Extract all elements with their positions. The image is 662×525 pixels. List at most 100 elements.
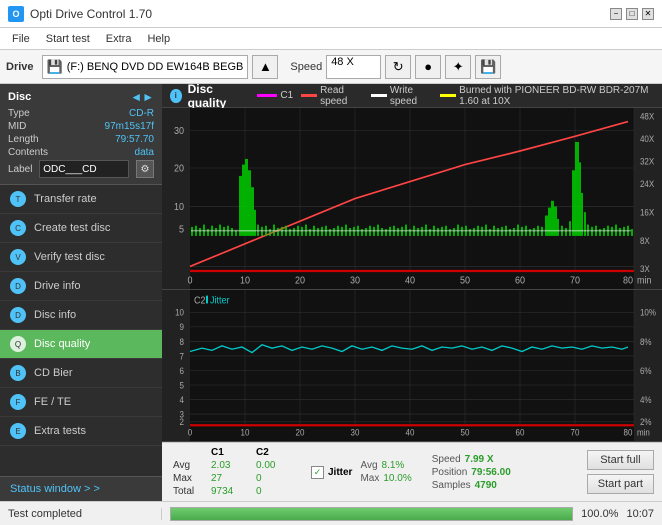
speed-section: Speed 7.99 X Position 79:56.00 Samples 4… <box>432 454 511 491</box>
stats-max-label2: Max <box>360 473 379 484</box>
disc-panel-title: Disc <box>8 91 31 103</box>
maximize-button[interactable]: □ <box>626 8 638 20</box>
sidebar-item-disc-info[interactable]: D Disc info <box>0 301 162 330</box>
samples-val: 4790 <box>475 480 497 491</box>
start-full-button[interactable]: Start full <box>587 450 654 470</box>
svg-text:C2: C2 <box>194 295 205 307</box>
svg-text:70: 70 <box>571 427 580 438</box>
svg-text:9: 9 <box>180 322 185 333</box>
svg-text:8%: 8% <box>640 336 652 347</box>
legend-burned-color <box>440 94 456 97</box>
disc-type-value: CD-R <box>129 108 154 119</box>
refresh-button[interactable]: ↻ <box>385 55 411 79</box>
svg-text:20: 20 <box>174 163 184 175</box>
legend-burned-label: Burned with PIONEER BD-RW BDR-207M 1.60 … <box>459 85 654 107</box>
disc-length-label: Length <box>8 134 39 145</box>
position-val: 79:56.00 <box>471 467 510 478</box>
svg-text:5: 5 <box>180 380 185 391</box>
speed-select[interactable]: 48 X <box>326 55 381 79</box>
progress-bar-outer <box>170 507 573 521</box>
main-layout: Disc ◄► Type CD-R MID 97m15s17f Length 7… <box>0 84 662 501</box>
sidebar-item-label-quality: Disc quality <box>34 338 90 350</box>
create-test-disc-icon: C <box>10 220 26 236</box>
sidebar-item-label-transfer: Transfer rate <box>34 193 97 205</box>
disc-arrows[interactable]: ◄► <box>130 90 154 104</box>
svg-text:8X: 8X <box>640 235 650 246</box>
stats-total-c1: 9734 <box>208 485 253 498</box>
progress-section: 100.0% 10:07 <box>162 507 662 521</box>
chart2: C2 Jitter <box>162 290 662 441</box>
samples-row: Samples 4790 <box>432 480 511 491</box>
svg-text:40: 40 <box>406 427 415 438</box>
sidebar-item-disc-quality[interactable]: Q Disc quality <box>0 330 162 359</box>
disc-label-btn[interactable]: ⚙ <box>136 160 154 178</box>
svg-text:10: 10 <box>240 275 250 287</box>
disc-mid-label: MID <box>8 121 26 132</box>
jitter-checkbox[interactable]: ✓ <box>311 466 324 479</box>
title-bar-left: O Opti Drive Control 1.70 <box>8 6 152 22</box>
menu-help[interactable]: Help <box>139 31 178 47</box>
sidebar-item-create-test-disc[interactable]: C Create test disc <box>0 214 162 243</box>
menu-start-test[interactable]: Start test <box>38 31 98 47</box>
toolbar: Drive 💾 (F:) BENQ DVD DD EW164B BEGB ▲ S… <box>0 50 662 84</box>
sidebar-item-transfer-rate[interactable]: T Transfer rate <box>0 185 162 214</box>
eject-button[interactable]: ▲ <box>252 55 278 79</box>
sidebar-item-fe-te[interactable]: F FE / TE <box>0 388 162 417</box>
menu-extra[interactable]: Extra <box>98 31 140 47</box>
sidebar-item-extra-tests[interactable]: E Extra tests <box>0 417 162 446</box>
speed-val: 7.99 X <box>465 454 494 465</box>
stats-max-c1: 27 <box>208 472 253 485</box>
drive-select[interactable]: 💾 (F:) BENQ DVD DD EW164B BEGB <box>42 55 249 79</box>
sidebar-item-label-create: Create test disc <box>34 222 110 234</box>
legend-burned-with: Burned with PIONEER BD-RW BDR-207M 1.60 … <box>440 85 654 107</box>
jitter-section: ✓ Jitter Avg 8.1% Max 10.0% <box>311 460 412 484</box>
svg-text:4: 4 <box>180 395 185 406</box>
sidebar-item-drive-info[interactable]: D Drive info <box>0 272 162 301</box>
burn-button[interactable]: ✦ <box>445 55 471 79</box>
speed-value: 48 X <box>331 56 354 68</box>
disc-label-label: Label <box>8 164 32 175</box>
extra-tests-icon: E <box>10 423 26 439</box>
svg-text:60: 60 <box>516 427 525 438</box>
sidebar-item-verify-test-disc[interactable]: V Verify test disc <box>0 243 162 272</box>
svg-text:10%: 10% <box>640 307 656 318</box>
disc-mid-row: MID 97m15s17f <box>8 121 154 132</box>
disc-length-value: 79:57.70 <box>115 134 154 145</box>
svg-text:48X: 48X <box>640 111 655 122</box>
svg-text:6: 6 <box>180 365 185 376</box>
svg-text:24X: 24X <box>640 179 655 190</box>
drive-label: Drive <box>6 61 34 73</box>
disc-label-input[interactable] <box>39 160 129 178</box>
stats-header-c1: C1 <box>208 446 253 459</box>
disc-quality-icon: Q <box>10 336 26 352</box>
stats-jitter-avg: 8.1% <box>382 460 405 471</box>
save-button[interactable]: 💾 <box>475 55 501 79</box>
sidebar-item-cd-bier[interactable]: B CD Bier <box>0 359 162 388</box>
legend-read-speed-color <box>301 94 317 97</box>
disc-quality-header: i Disc quality C1 Read speed Write speed <box>162 84 662 108</box>
svg-text:7: 7 <box>180 351 185 362</box>
svg-text:8: 8 <box>180 336 185 347</box>
drive-value: (F:) BENQ DVD DD EW164B BEGB <box>67 61 244 73</box>
legend-write-speed-label: Write speed <box>390 85 432 107</box>
disc-quality-legend: C1 Read speed Write speed Burned with PI… <box>257 85 654 107</box>
sidebar-item-label-fe-te: FE / TE <box>34 396 71 408</box>
disc-type-row: Type CD-R <box>8 108 154 119</box>
action-buttons: Start full Start part <box>587 450 654 494</box>
svg-text:3X: 3X <box>640 264 650 275</box>
disc-mid-value: 97m15s17f <box>105 121 154 132</box>
disc-button[interactable]: ● <box>415 55 441 79</box>
minimize-button[interactable]: − <box>610 8 622 20</box>
disc-contents-label: Contents <box>8 147 48 158</box>
fe-te-icon: F <box>10 394 26 410</box>
app-icon: O <box>8 6 24 22</box>
status-bar: Test completed 100.0% 10:07 <box>0 501 662 525</box>
menu-file[interactable]: File <box>4 31 38 47</box>
stats-avg-c2: 0.00 <box>253 459 293 472</box>
start-part-button[interactable]: Start part <box>587 474 654 494</box>
svg-text:30: 30 <box>350 275 360 287</box>
status-window-button[interactable]: Status window > > <box>0 476 162 501</box>
close-button[interactable]: ✕ <box>642 8 654 20</box>
status-text: Test completed <box>0 508 162 520</box>
progress-text: 100.0% <box>581 508 618 520</box>
